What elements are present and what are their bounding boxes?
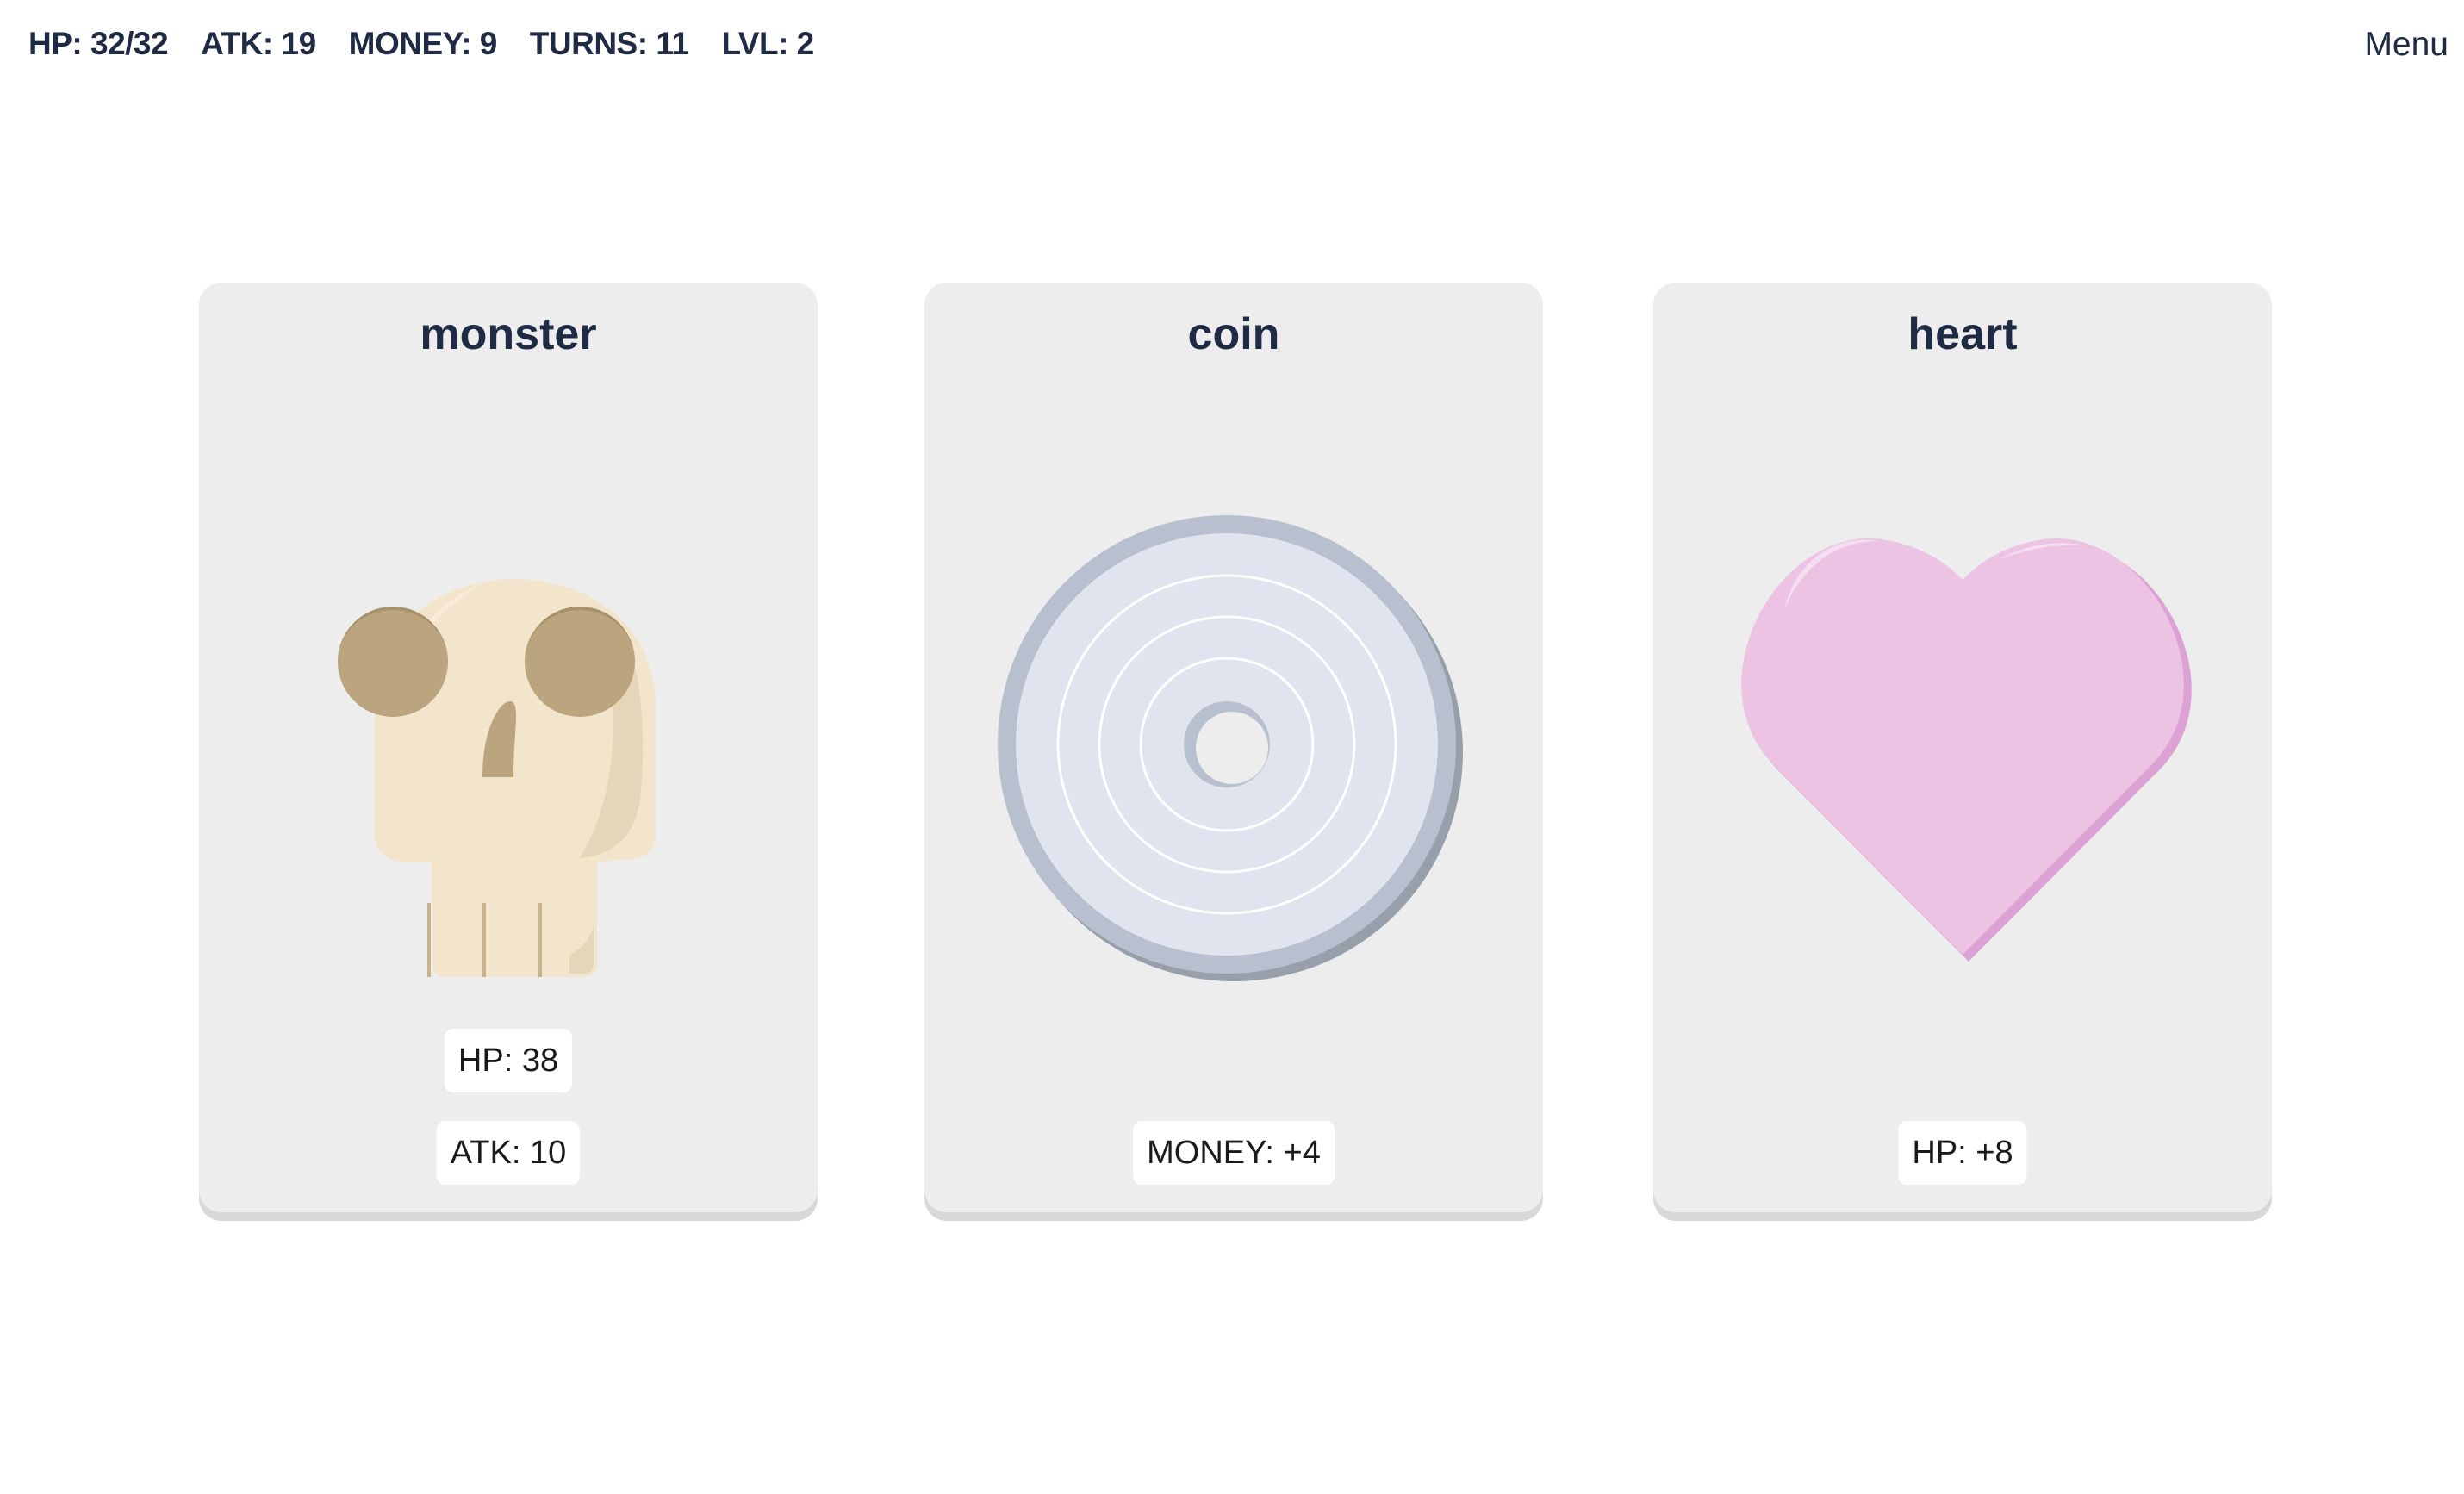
card-row: monster HP: 38 ATK: 10 coin MONEY: +4 he… <box>0 0 2464 1494</box>
coin-money-badge: MONEY: +4 <box>1133 1121 1335 1185</box>
monster-atk-badge: ATK: 10 <box>436 1121 581 1185</box>
coin-icon <box>998 515 1463 981</box>
monster-hp-badge: HP: 38 <box>444 1029 573 1092</box>
heart-icon <box>1741 538 2192 962</box>
heart-hp-badge: HP: +8 <box>1898 1121 2027 1185</box>
heart-card[interactable]: heart HP: +8 <box>1653 283 2272 1212</box>
monster-card[interactable]: monster HP: 38 ATK: 10 <box>199 283 818 1212</box>
coin-card[interactable]: coin MONEY: +4 <box>924 283 1543 1212</box>
